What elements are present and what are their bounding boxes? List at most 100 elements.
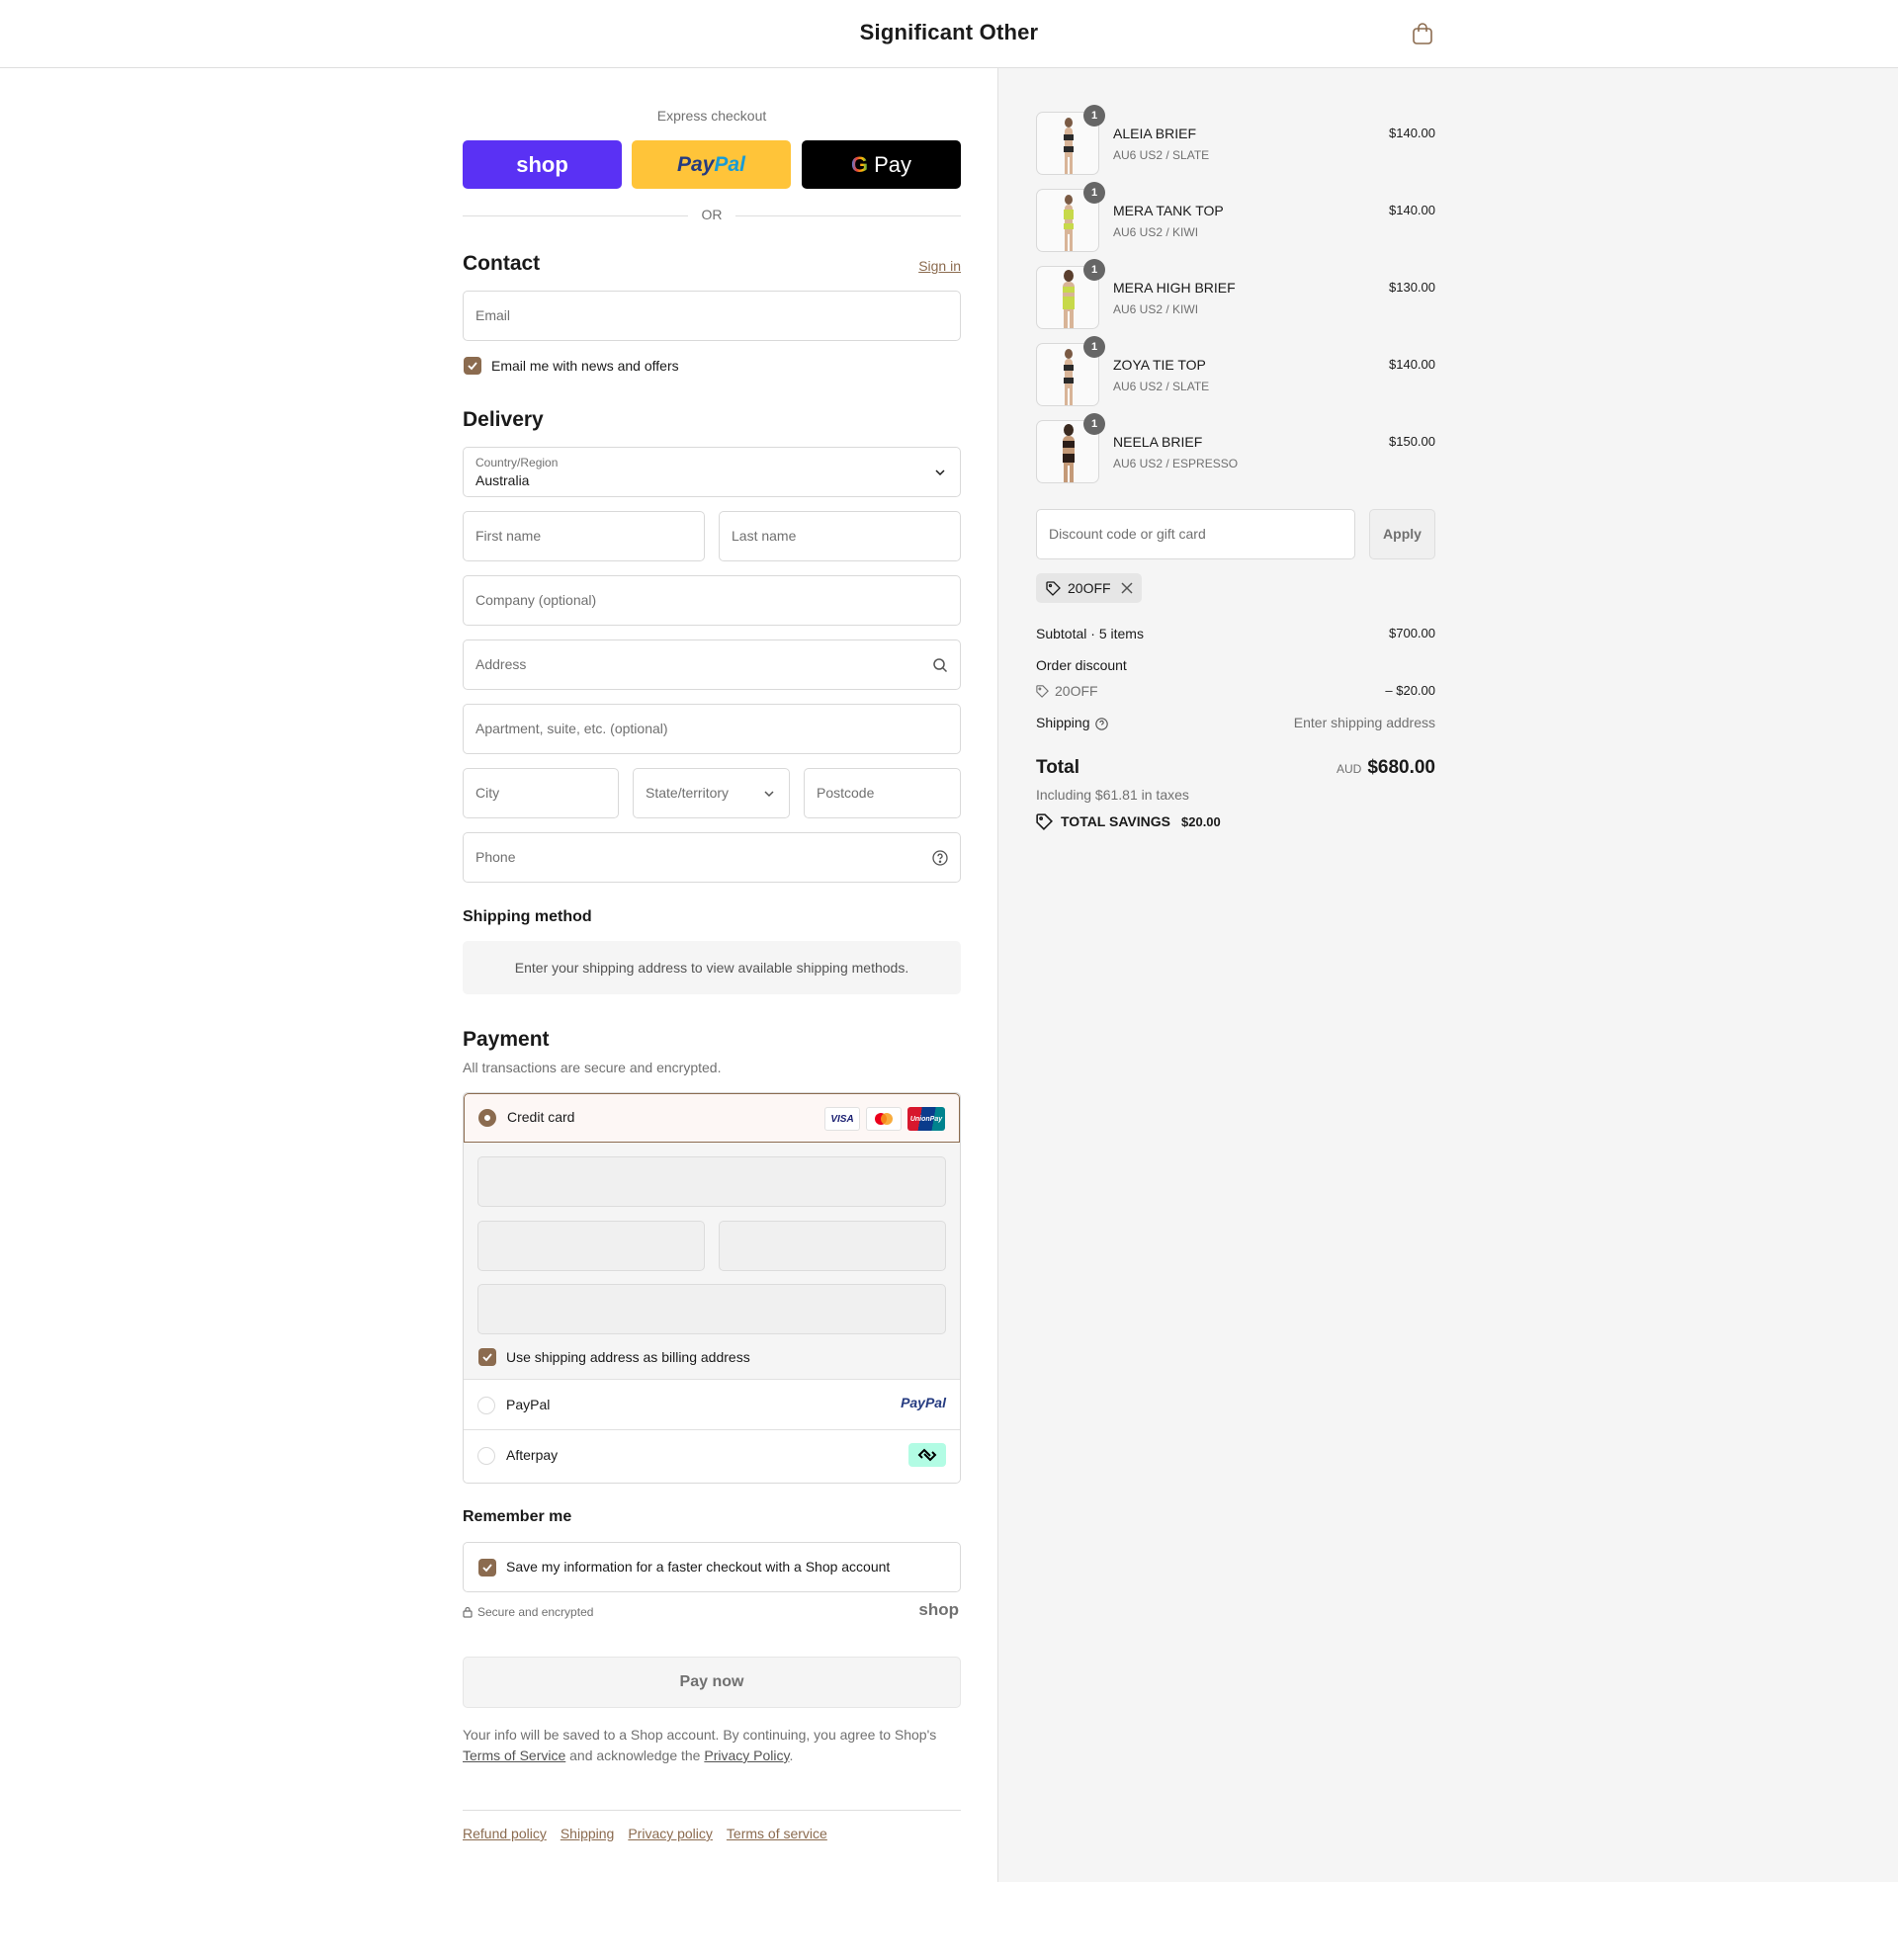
- checkmark-icon: [482, 1353, 492, 1362]
- item-name: NEELA BRIEF: [1113, 434, 1203, 450]
- paypal-radio[interactable]: [477, 1397, 495, 1414]
- paypal-label: PayPal: [506, 1397, 551, 1412]
- google-g-icon: G: [850, 151, 869, 177]
- shipping-method-message: Enter your shipping address to view avai…: [463, 941, 961, 994]
- address-field[interactable]: Address: [463, 639, 961, 690]
- footer-links: Refund policy Shipping Privacy policy Terms…: [463, 1826, 841, 1841]
- card-cvv-field[interactable]: [719, 1221, 946, 1271]
- email-field[interactable]: Email: [463, 291, 961, 341]
- news-checkbox[interactable]: [464, 357, 481, 375]
- item-price: $130.00: [1389, 280, 1435, 295]
- order-discount-label: Order discount: [1036, 657, 1127, 673]
- terms-of-service-footer-link[interactable]: Terms of service: [727, 1826, 827, 1841]
- discount-code-field[interactable]: Discount code or gift card: [1036, 509, 1355, 559]
- card-expiry-field[interactable]: [477, 1221, 705, 1271]
- state-select[interactable]: State/territory: [633, 768, 790, 818]
- total-row: Total AUD $680.00: [1036, 757, 1435, 778]
- footer-divider: [463, 1810, 961, 1811]
- currency-code: AUD: [1336, 762, 1362, 776]
- cart-item: 1 ZOYA TIE TOP AU6 US2 / SLATE $140.00: [1036, 336, 1435, 406]
- shopping-bag-icon[interactable]: [1412, 22, 1433, 45]
- subtotal-row: Subtotal · 5 items $700.00: [1036, 626, 1435, 641]
- save-info-checkbox[interactable]: [478, 1559, 496, 1577]
- shipping-row: Shipping Enter shipping address: [1036, 715, 1435, 730]
- afterpay-option[interactable]: Afterpay: [464, 1431, 960, 1481]
- secure-note: Secure and encrypted: [463, 1605, 593, 1619]
- mastercard-icon: [866, 1107, 902, 1131]
- terms-of-service-link[interactable]: Terms of Service: [463, 1747, 565, 1763]
- item-price: $150.00: [1389, 434, 1435, 449]
- lock-icon: [463, 1606, 473, 1618]
- remove-discount-icon[interactable]: [1121, 582, 1133, 594]
- afterpay-radio[interactable]: [477, 1447, 495, 1465]
- card-number-field[interactable]: [477, 1156, 946, 1207]
- help-circle-icon[interactable]: [932, 850, 948, 866]
- cart-item: 1 ALEIA BRIEF AU6 US2 / SLATE $140.00: [1036, 105, 1435, 175]
- quantity-badge: 1: [1083, 413, 1105, 435]
- credit-card-label: Credit card: [507, 1109, 575, 1125]
- cart-item: 1 NEELA BRIEF AU6 US2 / ESPRESSO $150.00: [1036, 413, 1435, 483]
- delivery-heading: Delivery: [463, 408, 544, 431]
- pay-now-button[interactable]: Pay now: [463, 1657, 961, 1708]
- apartment-field[interactable]: Apartment, suite, etc. (optional): [463, 704, 961, 754]
- paypal-button[interactable]: Pay Pal: [632, 140, 791, 189]
- shop-pay-button[interactable]: shop: [463, 140, 622, 189]
- remember-me-box[interactable]: Save my information for a faster checkou…: [463, 1542, 961, 1592]
- credit-card-form: Use shipping address as billing address: [464, 1143, 960, 1380]
- shipping-link[interactable]: Shipping: [561, 1826, 615, 1841]
- afterpay-label: Afterpay: [506, 1447, 559, 1463]
- item-name: ZOYA TIE TOP: [1113, 357, 1206, 373]
- search-icon: [933, 658, 948, 673]
- checkmark-icon: [468, 362, 477, 371]
- item-variant: AU6 US2 / SLATE: [1113, 380, 1210, 393]
- item-name: ALEIA BRIEF: [1113, 126, 1197, 141]
- city-field[interactable]: City: [463, 768, 619, 818]
- afterpay-logo-icon: [908, 1443, 946, 1467]
- item-variant: AU6 US2 / KIWI: [1113, 302, 1199, 316]
- phone-field[interactable]: Phone: [463, 832, 961, 883]
- item-price: $140.00: [1389, 357, 1435, 372]
- quantity-badge: 1: [1083, 336, 1105, 358]
- postcode-field[interactable]: Postcode: [804, 768, 961, 818]
- last-name-field[interactable]: Last name: [719, 511, 961, 561]
- help-circle-icon[interactable]: [1095, 718, 1108, 730]
- brand-title[interactable]: Significant Other: [0, 20, 1898, 45]
- quantity-badge: 1: [1083, 259, 1105, 281]
- item-price: $140.00: [1389, 126, 1435, 140]
- first-name-field[interactable]: First name: [463, 511, 705, 561]
- shipping-method-heading: Shipping method: [463, 908, 592, 925]
- applied-discount-chip: 20OFF: [1036, 573, 1142, 603]
- refund-policy-link[interactable]: Refund policy: [463, 1826, 547, 1841]
- company-field[interactable]: Company (optional): [463, 575, 961, 626]
- privacy-policy-footer-link[interactable]: Privacy policy: [628, 1826, 713, 1841]
- item-name: MERA TANK TOP: [1113, 203, 1224, 218]
- checkmark-icon: [482, 1564, 492, 1573]
- sign-in-link[interactable]: Sign in: [918, 258, 961, 274]
- quantity-badge: 1: [1083, 182, 1105, 204]
- order-summary-panel: [997, 68, 1898, 1882]
- card-name-field[interactable]: [477, 1284, 946, 1334]
- apply-discount-button[interactable]: Apply: [1369, 509, 1435, 559]
- quantity-badge: 1: [1083, 105, 1105, 127]
- credit-card-option[interactable]: Credit card VISA UnionPay: [464, 1093, 960, 1143]
- billing-checkbox-label: Use shipping address as billing address: [506, 1349, 750, 1365]
- chevron-down-icon: [764, 791, 774, 798]
- privacy-policy-link[interactable]: Privacy Policy: [704, 1747, 789, 1763]
- chevron-down-icon: [935, 469, 945, 476]
- payment-heading: Payment: [463, 1028, 550, 1051]
- credit-card-radio[interactable]: [478, 1109, 496, 1127]
- payment-subtitle: All transactions are secure and encrypte…: [463, 1060, 722, 1075]
- billing-checkbox[interactable]: [478, 1348, 496, 1366]
- paypal-logo-icon: PayPal: [901, 1395, 946, 1410]
- visa-icon: VISA: [824, 1107, 860, 1131]
- paypal-option[interactable]: PayPal PayPal: [464, 1381, 960, 1430]
- tag-icon: [1036, 813, 1053, 830]
- google-pay-button[interactable]: G Pay: [802, 140, 961, 189]
- taxes-note: Including $61.81 in taxes: [1036, 787, 1189, 803]
- cart-item: 1 MERA HIGH BRIEF AU6 US2 / KIWI $130.00: [1036, 259, 1435, 329]
- tag-icon: [1046, 581, 1061, 596]
- total-value: $680.00: [1367, 757, 1435, 778]
- country-select[interactable]: Country/Region Australia: [463, 447, 961, 497]
- item-variant: AU6 US2 / ESPRESSO: [1113, 457, 1239, 470]
- express-checkout-label: Express checkout: [656, 108, 767, 124]
